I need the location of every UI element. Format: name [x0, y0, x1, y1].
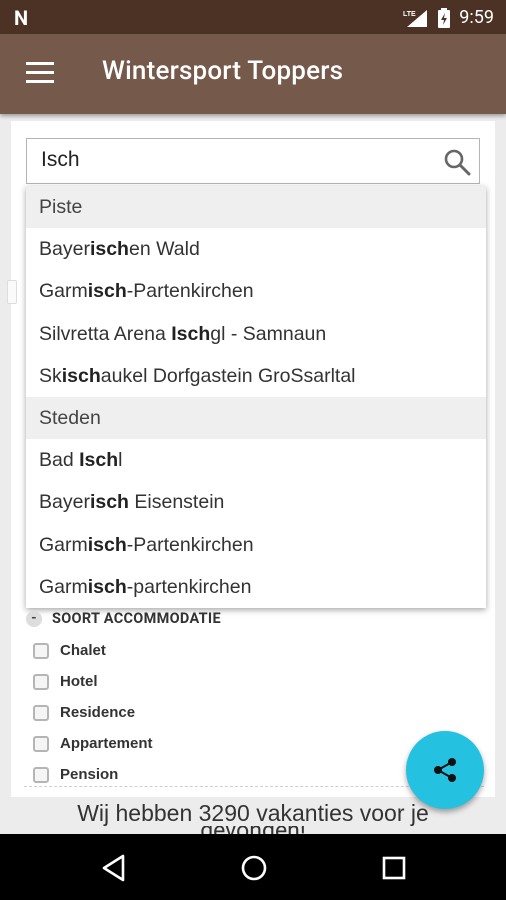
recents-icon[interactable] [378, 852, 410, 884]
checkbox-label: Chalet [60, 642, 106, 659]
dropdown-suggestion[interactable]: Bad Ischl [26, 439, 486, 481]
status-bar: N LTE 9:59 [0, 0, 506, 34]
app-bar: Wintersport Toppers [0, 34, 506, 114]
suggestion-text-post: Eisenstein [128, 491, 225, 514]
suggestion-text-match: isch [89, 491, 129, 514]
search-icon[interactable] [443, 148, 471, 176]
app-title: Wintersport Toppers [102, 56, 344, 86]
dropdown-suggestion[interactable]: Bayerisch Eisenstein [26, 481, 486, 523]
dropdown-suggestion[interactable]: Garmisch-Partenkirchen [26, 524, 486, 566]
clock: 9:59 [459, 7, 494, 28]
search-field[interactable] [26, 138, 480, 184]
checkbox-label: Appartement [60, 735, 153, 752]
dropdown-suggestion[interactable]: Garmisch-partenkirchen [26, 566, 486, 608]
accommodation-heading-label: SOORT ACCOMMODATIE [52, 610, 221, 627]
suggestion-text-match: isch [89, 238, 129, 261]
share-button[interactable] [406, 731, 484, 809]
suggestion-text-match: isch [87, 280, 127, 303]
accommodation-option[interactable]: Hotel [26, 666, 221, 697]
checkbox-label: Hotel [60, 673, 98, 690]
home-icon[interactable] [238, 852, 270, 884]
navigation-bar [0, 834, 506, 900]
suggestion-text-post: -partenkirchen [126, 575, 252, 598]
status-indicators: LTE 9:59 [403, 7, 494, 28]
dropdown-suggestion[interactable]: Skischaukel Dorfgastein GroSsarltal [26, 355, 486, 397]
checkbox[interactable] [33, 673, 49, 690]
dropdown-suggestion[interactable]: Garmisch-Partenkirchen [26, 270, 486, 312]
suggestion-text-pre: Garm [39, 280, 88, 303]
suggestion-text-pre: Bayer [39, 491, 90, 514]
hamburger-icon[interactable] [26, 62, 54, 84]
accommodation-option[interactable]: Residence [26, 697, 221, 728]
suggestion-text-match: isch [87, 575, 127, 598]
checkbox[interactable] [33, 704, 49, 721]
dropdown-suggestion[interactable]: Silvretta Arena Ischgl - Samnaun [26, 313, 486, 355]
accommodation-option[interactable]: Appartement [26, 728, 221, 759]
share-icon [434, 758, 456, 782]
lte-label: LTE [403, 11, 416, 18]
collapse-icon[interactable]: - [26, 610, 42, 627]
checkbox[interactable] [33, 735, 49, 752]
notification-icon: N [14, 6, 29, 30]
suggestion-text-match: isch [61, 364, 101, 387]
dropdown-section-header: Piste [26, 186, 486, 229]
suggestion-text-post: aukel Dorfgastein GroSsarltal [100, 364, 356, 387]
battery-icon [438, 7, 451, 28]
back-icon[interactable] [99, 852, 131, 884]
search-input[interactable] [39, 147, 443, 173]
suggestion-text-post: en Wald [128, 238, 200, 261]
suggestion-text-post: gl - Samnaun [210, 322, 327, 345]
autocomplete-dropdown: Piste Bayerischen Wald Garmisch-Partenkirc… [26, 186, 486, 608]
suggestion-text-match: isch [87, 533, 127, 556]
checkbox[interactable] [33, 642, 49, 659]
suggestion-text-match: Isch [79, 449, 119, 472]
suggestion-text-pre: Silvretta Arena [39, 322, 172, 345]
suggestion-text-post: -Partenkirchen [126, 280, 254, 303]
dropdown-suggestion[interactable]: Bayerischen Wald [26, 228, 486, 270]
results-summary-cutoff: gevonden! [0, 826, 506, 834]
accommodation-filter: - SOORT ACCOMMODATIE Chalet Hotel Residenc… [26, 610, 221, 790]
dropdown-section-header: Steden [26, 396, 486, 440]
checkbox-label: Pension [60, 766, 119, 783]
lte-signal-icon: LTE [403, 9, 428, 27]
checkbox-label: Residence [60, 704, 136, 721]
suggestion-text-pre: Sk [39, 364, 62, 387]
suggestion-text-pre: Garm [39, 575, 88, 598]
scroll-handle[interactable] [7, 280, 17, 304]
checkbox[interactable] [33, 766, 49, 783]
suggestion-text-pre: Garm [39, 533, 88, 556]
suggestion-text-pre: Bayer [39, 238, 90, 261]
suggestion-text-post: -Partenkirchen [126, 533, 254, 556]
accommodation-heading[interactable]: - SOORT ACCOMMODATIE [26, 610, 221, 627]
suggestion-text-match: Isch [171, 322, 211, 345]
suggestion-text-pre: Bad [39, 449, 80, 472]
accommodation-option[interactable]: Chalet [26, 635, 221, 666]
suggestion-text-post: l [118, 449, 123, 472]
